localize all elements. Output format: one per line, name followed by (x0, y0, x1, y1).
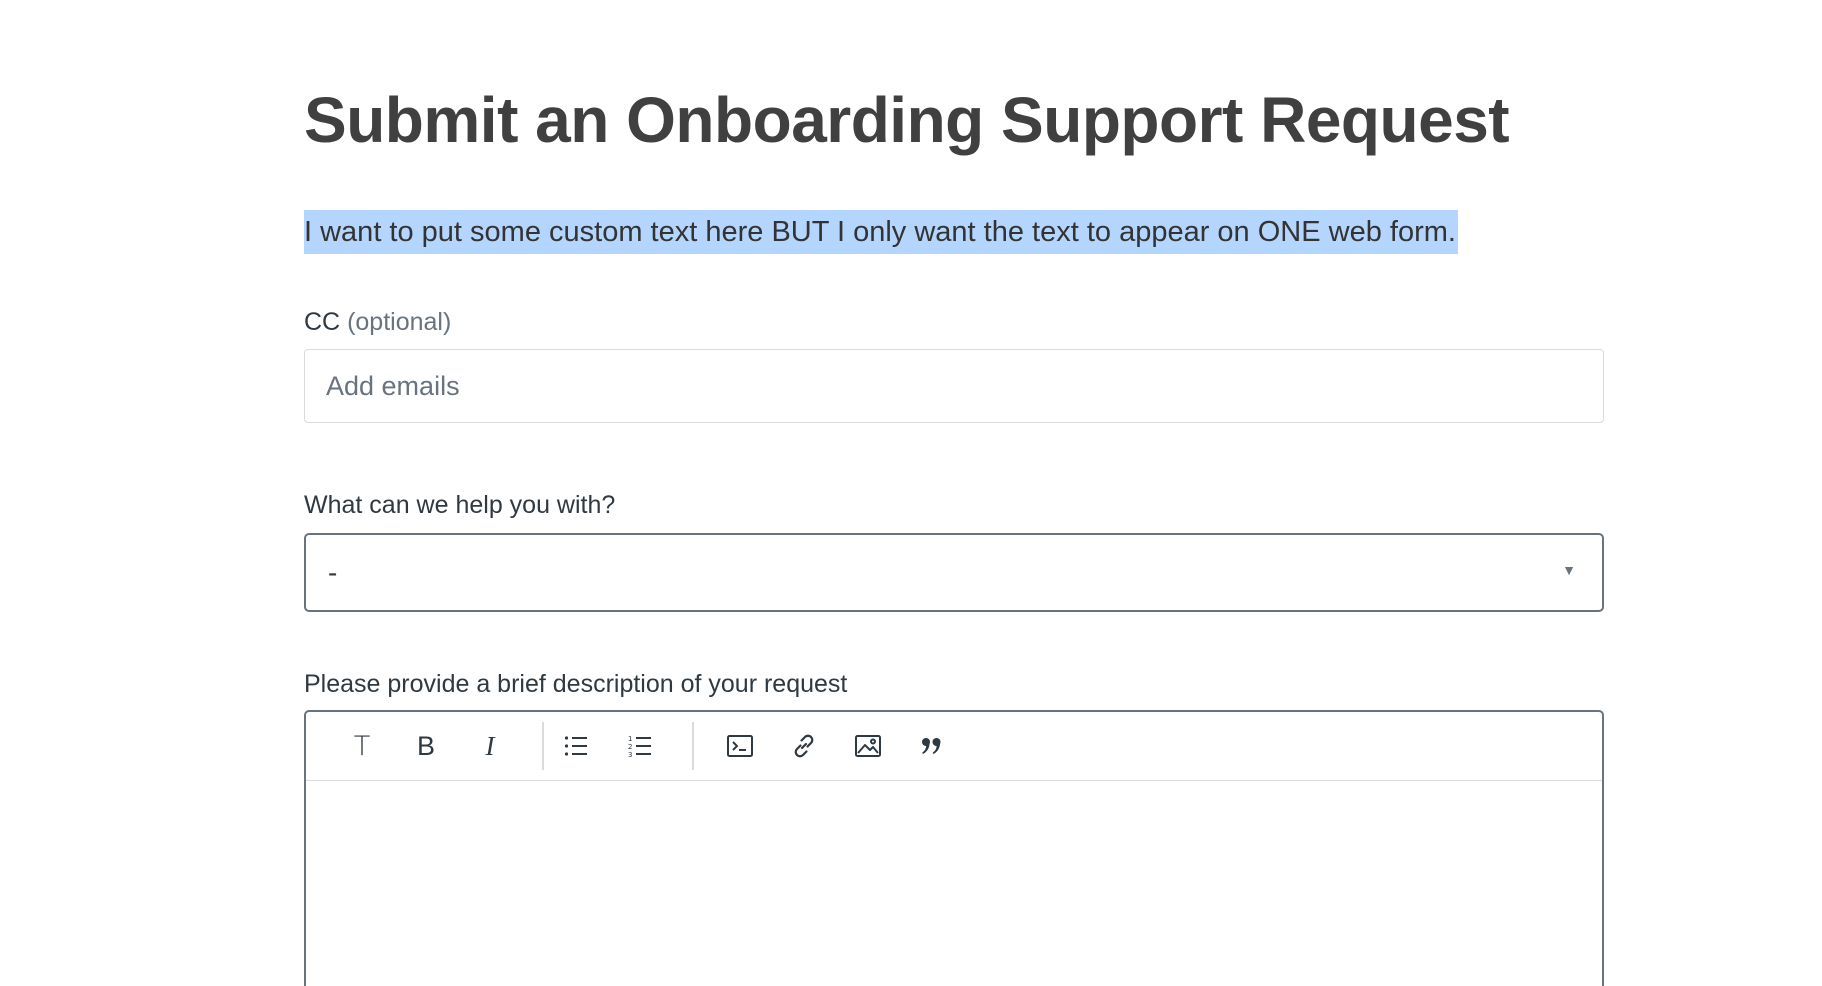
bold-icon: B (416, 730, 435, 761)
page-title: Submit an Onboarding Support Request (304, 84, 1510, 156)
italic-icon: I (485, 730, 495, 761)
code-block-icon (727, 735, 753, 757)
chevron-down-icon: ▼ (1562, 562, 1576, 578)
cc-label: CC (optional) (304, 306, 1604, 338)
quote-icon (922, 738, 941, 754)
image-icon (855, 735, 881, 757)
request-form: Submit an Onboarding Support Request I w… (304, 0, 1604, 986)
code-block-button[interactable] (708, 718, 772, 774)
description-label: Please provide a brief description of yo… (304, 670, 848, 698)
text-format-icon: T (353, 730, 371, 762)
link-button[interactable] (772, 718, 836, 774)
svg-text:1: 1 (628, 735, 632, 743)
bulleted-list-icon (564, 736, 587, 756)
help-label: What can we help you with? (304, 491, 616, 519)
numbered-list-button[interactable]: 1 2 3 (608, 718, 672, 774)
svg-text:2: 2 (628, 743, 632, 751)
page: Submit an Onboarding Support Request I w… (0, 0, 1822, 986)
toolbar-divider (692, 722, 694, 770)
editor-toolbar: T B I 1 2 3 (306, 712, 1602, 781)
help-topic-selected-value: - (328, 557, 338, 588)
optional-tag: (optional) (347, 308, 452, 336)
numbered-list-icon: 1 2 3 (628, 735, 651, 757)
cc-email-input[interactable] (304, 349, 1604, 423)
italic-button[interactable]: I (458, 718, 522, 774)
link-icon (794, 734, 814, 758)
cc-label-text: CC (304, 308, 341, 336)
bulleted-list-button[interactable] (544, 718, 608, 774)
svg-text:3: 3 (628, 751, 632, 757)
description-editor: T B I 1 2 3 (304, 710, 1604, 986)
help-topic-select[interactable]: - ▼ (304, 533, 1604, 612)
bold-button[interactable]: B (394, 718, 458, 774)
blockquote-button[interactable] (900, 718, 964, 774)
text-format-button[interactable]: T (330, 718, 394, 774)
image-button[interactable] (836, 718, 900, 774)
description-textarea[interactable] (306, 781, 1602, 986)
intro-text: I want to put some custom text here BUT … (304, 210, 1458, 254)
intro-block: I want to put some custom text here BUT … (304, 210, 1604, 254)
